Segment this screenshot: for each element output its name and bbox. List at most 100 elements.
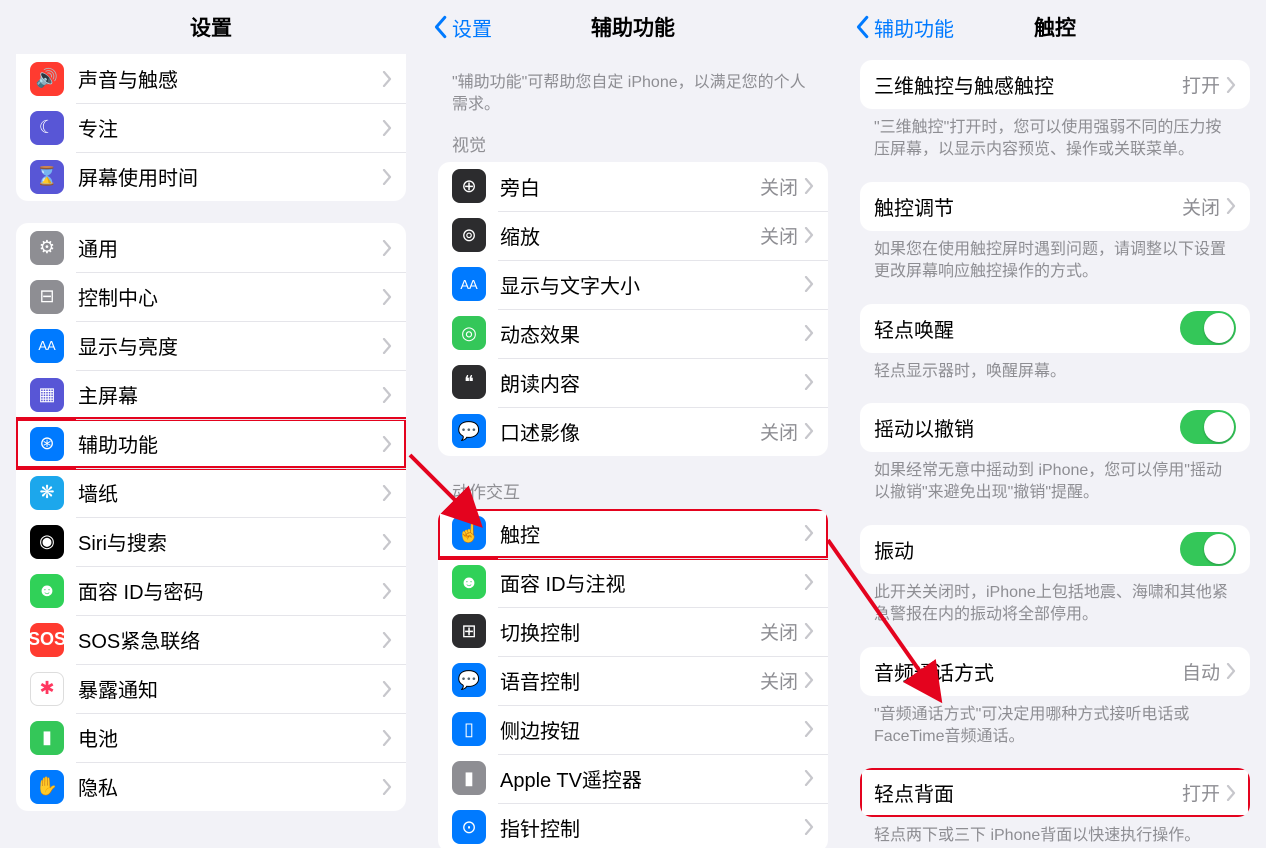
settings-row[interactable]: ◎动态效果 <box>438 309 828 358</box>
back-button[interactable]: 设置 <box>432 13 492 42</box>
row-icon: SOS <box>30 623 64 657</box>
chevron-right-icon <box>804 721 814 737</box>
chevron-right-icon <box>382 534 392 550</box>
row-label: 面容 ID与注视 <box>500 568 804 597</box>
chevron-right-icon <box>1226 198 1236 214</box>
row-label: 旁白 <box>500 172 760 201</box>
row-label: 辅助功能 <box>78 429 382 458</box>
row-label: 控制中心 <box>78 282 382 311</box>
chevron-right-icon <box>1226 663 1236 679</box>
settings-row[interactable]: 💬语音控制关闭 <box>438 656 828 705</box>
settings-row[interactable]: ❝朗读内容 <box>438 358 828 407</box>
settings-row[interactable]: 触控调节关闭 <box>860 182 1250 231</box>
vision-group: ⊕旁白关闭⊚缩放关闭AA显示与文字大小◎动态效果❝朗读内容💬口述影像关闭 <box>438 162 828 456</box>
settings-row[interactable]: ✋隐私 <box>16 762 406 811</box>
toggle-switch[interactable] <box>1180 410 1236 444</box>
row-icon: ☻ <box>30 574 64 608</box>
chevron-right-icon <box>382 338 392 354</box>
settings-row[interactable]: ▮Apple TV遥控器 <box>438 754 828 803</box>
row-value: 关闭 <box>760 173 798 200</box>
toggle-switch[interactable] <box>1180 311 1236 345</box>
row-label: 显示与文字大小 <box>500 270 804 299</box>
settings-row[interactable]: ◉ Siri与搜索 <box>16 517 406 566</box>
section-label-vision: 视觉 <box>422 131 844 156</box>
settings-row[interactable]: ▮电池 <box>16 713 406 762</box>
settings-row[interactable]: ☻面容 ID与密码 <box>16 566 406 615</box>
chevron-right-icon <box>804 623 814 639</box>
row-label: 主屏幕 <box>78 380 382 409</box>
back-label: 辅助功能 <box>874 13 954 42</box>
settings-row[interactable]: ⚙通用 <box>16 223 406 272</box>
settings-row[interactable]: 轻点背面打开 <box>860 768 1250 817</box>
settings-row[interactable]: AA显示与亮度 <box>16 321 406 370</box>
nav-bar: 设置 辅助功能 <box>422 0 844 54</box>
settings-row[interactable]: ▦主屏幕 <box>16 370 406 419</box>
row-icon: ❋ <box>30 476 64 510</box>
touch-content: 三维触控与触感触控打开"三维触控"打开时，您可以使用强弱不同的压力按压屏幕，以显… <box>844 54 1266 848</box>
screen-touch: 辅助功能 触控 三维触控与触感触控打开"三维触控"打开时，您可以使用强弱不同的压… <box>844 0 1266 848</box>
row-label: 通用 <box>78 233 382 262</box>
settings-row[interactable]: ⌛屏幕使用时间 <box>16 152 406 201</box>
nav-bar: 辅助功能 触控 <box>844 0 1266 54</box>
settings-content: 🔊 声音与触感 ☾专注⌛屏幕使用时间 ⚙通用⊟控制中心AA显示与亮度▦主屏幕 ⊛ 辅助功… <box>0 54 422 848</box>
chevron-right-icon <box>804 374 814 390</box>
chevron-right-icon <box>382 240 392 256</box>
chevron-right-icon <box>382 779 392 795</box>
settings-row[interactable]: ⊙指针控制 <box>438 803 828 848</box>
row-icon: ◉ <box>30 525 64 559</box>
row-icon: ☝ <box>452 516 486 550</box>
chevron-right-icon <box>382 289 392 305</box>
nav-title: 设置 <box>190 12 232 42</box>
settings-row[interactable]: ⊕旁白关闭 <box>438 162 828 211</box>
section-label-motor: 动作交互 <box>422 478 844 503</box>
chevron-right-icon <box>804 574 814 590</box>
row-label: 触控调节 <box>874 192 1182 221</box>
row-icon: 🔊 <box>30 62 64 96</box>
chevron-right-icon <box>382 120 392 136</box>
chevron-right-icon <box>382 436 392 452</box>
row-label: 屏幕使用时间 <box>78 162 382 191</box>
settings-row[interactable]: ⊟控制中心 <box>16 272 406 321</box>
settings-row[interactable]: ❋墙纸 <box>16 468 406 517</box>
chevron-right-icon <box>382 169 392 185</box>
row-value: 关闭 <box>760 667 798 694</box>
settings-row[interactable]: 🔊 声音与触感 <box>16 54 406 103</box>
row-label: Siri与搜索 <box>78 527 382 556</box>
row-icon: ✱ <box>30 672 64 706</box>
row-value: 自动 <box>1182 658 1220 685</box>
toggle-switch[interactable] <box>1180 532 1236 566</box>
row-value: 打开 <box>1182 779 1220 806</box>
settings-row[interactable]: ☾专注 <box>16 103 406 152</box>
toggle-row[interactable]: 摇动以撤销 <box>860 403 1250 452</box>
footer-note: 轻点显示器时，唤醒屏幕。 <box>844 361 1266 383</box>
touch-group: 摇动以撤销 <box>860 403 1250 452</box>
settings-row[interactable]: ☻面容 ID与注视 <box>438 558 828 607</box>
toggle-row[interactable]: 轻点唤醒 <box>860 304 1250 353</box>
settings-row[interactable]: ☝触控 <box>438 509 828 558</box>
row-icon: 💬 <box>452 414 486 448</box>
row-icon: ⊛ <box>30 427 64 461</box>
settings-row[interactable]: AA显示与文字大小 <box>438 260 828 309</box>
row-label: 声音与触感 <box>78 64 382 93</box>
row-icon: ⊞ <box>452 614 486 648</box>
row-icon: ▯ <box>452 712 486 746</box>
row-label: 轻点背面 <box>874 778 1182 807</box>
row-icon: 💬 <box>452 663 486 697</box>
settings-row[interactable]: ⊛ 辅助功能 <box>16 419 406 468</box>
toggle-row[interactable]: 振动 <box>860 525 1250 574</box>
nav-title: 触控 <box>1034 12 1076 42</box>
settings-row[interactable]: 三维触控与触感触控打开 <box>860 60 1250 109</box>
settings-row[interactable]: 音频通话方式自动 <box>860 647 1250 696</box>
settings-row[interactable]: SOSSOS紧急联络 <box>16 615 406 664</box>
settings-row[interactable]: ⊞切换控制关闭 <box>438 607 828 656</box>
chevron-right-icon <box>804 525 814 541</box>
settings-row[interactable]: 💬口述影像关闭 <box>438 407 828 456</box>
row-icon: ✋ <box>30 770 64 804</box>
settings-row[interactable]: ⊚缩放关闭 <box>438 211 828 260</box>
motor-group: ☝触控☻面容 ID与注视⊞切换控制关闭💬语音控制关闭▯侧边按钮▮Apple TV… <box>438 509 828 848</box>
settings-row[interactable]: ▯侧边按钮 <box>438 705 828 754</box>
back-button[interactable]: 辅助功能 <box>854 13 954 42</box>
row-value: 关闭 <box>1182 193 1220 220</box>
chevron-left-icon <box>854 15 870 39</box>
settings-row[interactable]: ✱暴露通知 <box>16 664 406 713</box>
